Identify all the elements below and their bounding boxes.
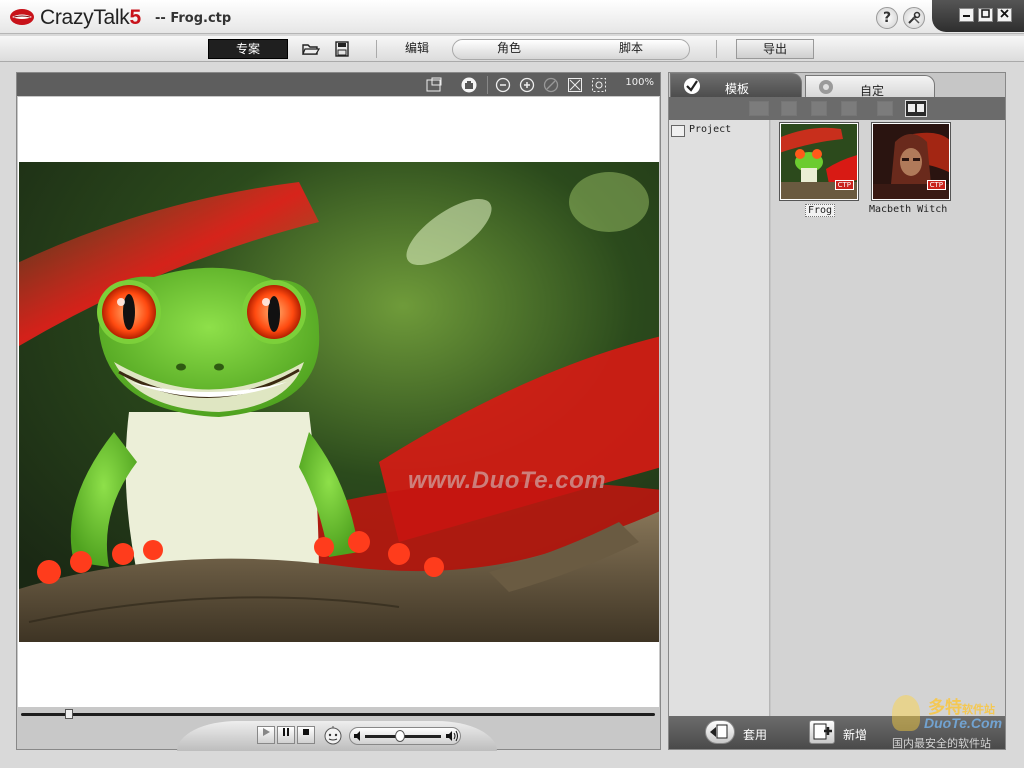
volume-thumb[interactable] (395, 730, 405, 742)
window-controls (932, 0, 1024, 32)
tab-script[interactable]: 脚本 (596, 39, 666, 59)
tab-template-label: 模板 (725, 82, 750, 96)
title-bar: CrazyTalk5 -- Frog.ctp ? (0, 0, 1024, 34)
save-icon[interactable] (333, 41, 351, 57)
minimize-icon (963, 15, 970, 17)
folder-tree: Project (669, 120, 770, 716)
volume-low-icon (354, 731, 360, 741)
tools-icon (908, 11, 921, 24)
remove-icon (877, 101, 893, 116)
fit-window-icon[interactable] (426, 77, 442, 93)
delete-icon (781, 101, 797, 116)
tab-export[interactable]: 导出 (736, 39, 814, 59)
template-label-macbeth-witch[interactable]: Macbeth Witch (869, 204, 947, 215)
new-icon (809, 720, 835, 744)
timeline-track[interactable] (21, 713, 655, 716)
apply-label: 套用 (743, 728, 768, 742)
new-button[interactable]: 新增 (809, 720, 889, 745)
stop-icon (303, 729, 309, 735)
tab-role[interactable]: 角色 (474, 39, 544, 59)
maximize-icon (981, 9, 990, 18)
pause-button[interactable] (277, 726, 295, 744)
fit-screen-icon[interactable] (567, 77, 583, 93)
viewer-divider (487, 76, 488, 94)
app-name-text: CrazyTalk (40, 6, 130, 29)
site-watermark-text: www.DuoTe.com (408, 467, 607, 494)
template-item-macbeth-witch[interactable]: CTP (871, 122, 951, 201)
help-button[interactable]: ? (876, 7, 898, 29)
new-label: 新增 (843, 728, 868, 742)
play-icon (263, 728, 270, 736)
close-button[interactable] (997, 8, 1012, 22)
ctp-badge: CTP (926, 180, 946, 190)
site-slogan: 国内最安全的软件站 (892, 737, 991, 750)
timeline-slider[interactable] (19, 709, 659, 719)
site-url: DuoTe.Com (924, 715, 1003, 731)
minimize-button[interactable] (959, 8, 974, 22)
template-item-frog[interactable]: CTP (779, 122, 859, 201)
template-gallery: CTP Frog CTP Macbeth Witch (771, 120, 1005, 716)
maximize-button[interactable] (978, 8, 993, 22)
apply-icon (705, 720, 735, 744)
open-folder-icon[interactable] (302, 41, 320, 57)
pan-hand-icon[interactable] (461, 77, 477, 93)
ctp-badge: CTP (834, 180, 854, 190)
volume-slider[interactable] (365, 730, 441, 742)
toolbar-divider (376, 40, 377, 58)
checkmark-icon (684, 78, 700, 94)
timeline-thumb[interactable] (65, 709, 73, 719)
play-button[interactable] (257, 726, 275, 744)
settings-button[interactable] (903, 7, 925, 29)
mascot-figure-icon (892, 695, 920, 731)
lips-logo-icon (10, 9, 34, 25)
zoom-region-icon[interactable] (591, 77, 607, 93)
disabled-icon (543, 77, 559, 93)
preview-viewer: 100% www.DuoTe.com (16, 72, 661, 751)
thumbnail-view-icon[interactable] (905, 100, 927, 117)
tab-template[interactable]: 模板 (670, 73, 802, 99)
pause-icon (283, 728, 289, 736)
viewer-toolbar: 100% (17, 73, 660, 96)
folder-icon (671, 125, 685, 137)
tab-edit[interactable]: 编辑 (388, 39, 446, 59)
open-folder-icon (749, 101, 769, 116)
close-icon (1000, 9, 1009, 18)
custom-circle-icon (819, 80, 833, 94)
panel-toolbar (669, 97, 1005, 120)
template-label-frog[interactable]: Frog (805, 204, 836, 217)
duote-site-watermark: 多特软件站 DuoTe.Com 国内最安全的软件站 (890, 693, 1020, 753)
toolbar-divider (716, 40, 717, 58)
playback-controls (177, 721, 497, 751)
zoom-out-icon[interactable] (495, 77, 511, 93)
preview-canvas[interactable]: www.DuoTe.com (18, 97, 659, 707)
stop-button[interactable] (297, 726, 315, 744)
apply-button[interactable]: 套用 (705, 720, 785, 745)
app-name: CrazyTalk5 (40, 6, 141, 30)
main-toolbar: 专案 编辑 角色 脚本 导出 (0, 36, 1024, 62)
zoom-in-icon[interactable] (519, 77, 535, 93)
frog-character-image (19, 162, 659, 642)
paste-icon (841, 101, 857, 116)
copy-icon (811, 101, 827, 116)
record-face-icon[interactable] (323, 725, 343, 745)
content-panel: 模板 自定 Project CTP Frog CTP Macbeth Witch… (668, 72, 1006, 750)
zoom-level: 100% (625, 77, 654, 88)
tab-project[interactable]: 专案 (208, 39, 288, 59)
file-title: -- Frog.ctp (155, 11, 232, 26)
tree-item-label: Project (689, 124, 732, 135)
app-version: 5 (129, 6, 141, 29)
volume-high-icon (446, 730, 458, 742)
